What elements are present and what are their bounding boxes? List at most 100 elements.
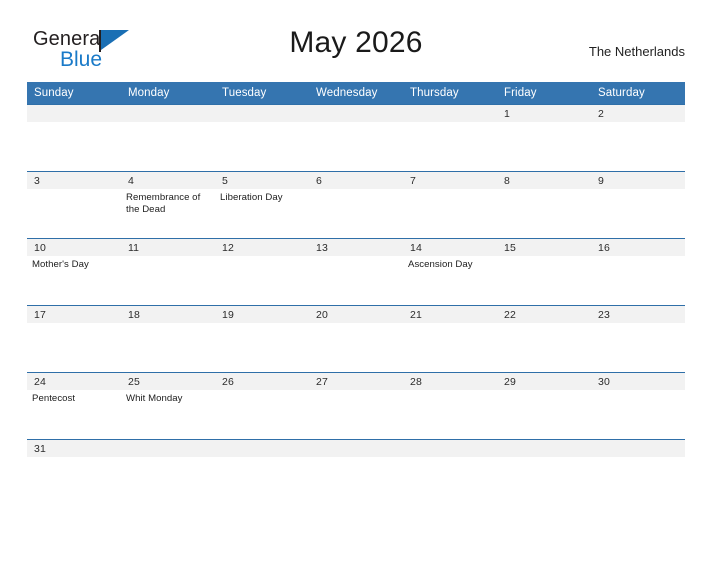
day-number: 19 bbox=[215, 306, 309, 323]
day-cell-content: 5 Liberation Day bbox=[215, 172, 309, 238]
weekday-header-saturday: Saturday bbox=[591, 82, 685, 105]
calendar-day-cell[interactable]: 28 bbox=[403, 372, 497, 440]
calendar-day-cell[interactable]: 2 bbox=[591, 104, 685, 172]
calendar-day-cell[interactable] bbox=[497, 439, 591, 457]
day-cell-content: 14 Ascension Day bbox=[403, 239, 497, 305]
page-header: General Blue May 2026 The Netherlands bbox=[27, 22, 685, 74]
day-cell-content bbox=[403, 440, 497, 457]
day-number: 28 bbox=[403, 373, 497, 390]
calendar-table: Sunday Monday Tuesday Wednesday Thursday… bbox=[27, 82, 685, 457]
day-number: 7 bbox=[403, 172, 497, 189]
day-cell-content: 24 Pentecost bbox=[27, 373, 121, 439]
calendar-week-row: 24 Pentecost 25 Whit Monday 26 27 28 29 30 bbox=[27, 372, 685, 440]
calendar-day-cell[interactable]: 3 bbox=[27, 171, 121, 239]
day-number: 22 bbox=[497, 306, 591, 323]
calendar-day-cell[interactable]: 4 Remembrance of the Dead bbox=[121, 171, 215, 239]
calendar-day-cell[interactable]: 22 bbox=[497, 305, 591, 373]
weekday-header-wednesday: Wednesday bbox=[309, 82, 403, 105]
day-cell-content bbox=[27, 105, 121, 171]
day-events: Liberation Day bbox=[215, 189, 309, 204]
weekday-header-row: Sunday Monday Tuesday Wednesday Thursday… bbox=[27, 82, 685, 105]
weekday-header-thursday: Thursday bbox=[403, 82, 497, 105]
calendar-day-cell[interactable]: 12 bbox=[215, 238, 309, 306]
day-events: Mother's Day bbox=[27, 256, 121, 271]
day-cell-content: 12 bbox=[215, 239, 309, 305]
weekday-header-sunday: Sunday bbox=[27, 82, 121, 105]
day-cell-content: 16 bbox=[591, 239, 685, 305]
calendar-day-cell[interactable]: 21 bbox=[403, 305, 497, 373]
calendar-day-cell[interactable]: 13 bbox=[309, 238, 403, 306]
day-number bbox=[309, 440, 403, 457]
day-cell-content: 22 bbox=[497, 306, 591, 372]
calendar-week-row: 10 Mother's Day 11 12 13 14 Ascension Day 15 16 bbox=[27, 238, 685, 306]
day-cell-content: 13 bbox=[309, 239, 403, 305]
calendar-day-cell[interactable]: 11 bbox=[121, 238, 215, 306]
calendar-day-cell[interactable] bbox=[215, 104, 309, 172]
calendar-day-cell[interactable]: 31 bbox=[27, 439, 121, 457]
calendar-day-cell[interactable]: 20 bbox=[309, 305, 403, 373]
event-label: Whit Monday bbox=[126, 393, 183, 404]
calendar-day-cell[interactable] bbox=[403, 439, 497, 457]
day-cell-content: 21 bbox=[403, 306, 497, 372]
day-number: 1 bbox=[497, 105, 591, 122]
calendar-day-cell[interactable]: 17 bbox=[27, 305, 121, 373]
day-cell-content: 30 bbox=[591, 373, 685, 439]
calendar-day-cell[interactable] bbox=[591, 439, 685, 457]
event-label: Liberation Day bbox=[220, 192, 283, 203]
day-number: 3 bbox=[27, 172, 121, 189]
day-cell-content: 28 bbox=[403, 373, 497, 439]
calendar-day-cell[interactable]: 29 bbox=[497, 372, 591, 440]
calendar-day-cell[interactable] bbox=[309, 104, 403, 172]
day-number: 14 bbox=[403, 239, 497, 256]
calendar-day-cell[interactable]: 6 bbox=[309, 171, 403, 239]
day-cell-content: 27 bbox=[309, 373, 403, 439]
calendar-day-cell[interactable]: 9 bbox=[591, 171, 685, 239]
day-cell-content: 17 bbox=[27, 306, 121, 372]
weekday-header-friday: Friday bbox=[497, 82, 591, 105]
calendar-day-cell[interactable] bbox=[121, 104, 215, 172]
calendar-body: 1 2 3 4 Remembrance of the Dead 5 Liberation D… bbox=[27, 104, 685, 457]
calendar-day-cell[interactable]: 25 Whit Monday bbox=[121, 372, 215, 440]
calendar-day-cell[interactable]: 8 bbox=[497, 171, 591, 239]
day-number: 17 bbox=[27, 306, 121, 323]
calendar-day-cell[interactable]: 18 bbox=[121, 305, 215, 373]
calendar-day-cell[interactable]: 26 bbox=[215, 372, 309, 440]
event-label: Mother's Day bbox=[32, 259, 89, 270]
calendar-day-cell[interactable]: 1 bbox=[497, 104, 591, 172]
calendar-day-cell[interactable]: 5 Liberation Day bbox=[215, 171, 309, 239]
day-cell-content bbox=[591, 440, 685, 457]
day-cell-content bbox=[497, 440, 591, 457]
calendar-header-row: Sunday Monday Tuesday Wednesday Thursday… bbox=[27, 82, 685, 105]
calendar-day-cell[interactable]: 30 bbox=[591, 372, 685, 440]
day-number bbox=[497, 440, 591, 457]
day-cell-content: 19 bbox=[215, 306, 309, 372]
calendar-day-cell[interactable]: 27 bbox=[309, 372, 403, 440]
calendar-week-row: 17 18 19 20 21 22 23 bbox=[27, 305, 685, 373]
calendar-day-cell[interactable]: 16 bbox=[591, 238, 685, 306]
calendar-day-cell[interactable] bbox=[121, 439, 215, 457]
day-number: 8 bbox=[497, 172, 591, 189]
calendar-day-cell[interactable] bbox=[403, 104, 497, 172]
day-number bbox=[121, 440, 215, 457]
calendar-day-cell[interactable]: 24 Pentecost bbox=[27, 372, 121, 440]
calendar-day-cell[interactable] bbox=[215, 439, 309, 457]
day-number: 10 bbox=[27, 239, 121, 256]
page-title: May 2026 bbox=[289, 26, 423, 59]
calendar-page: General Blue May 2026 The Netherlands Su… bbox=[0, 22, 712, 572]
calendar-day-cell[interactable]: 15 bbox=[497, 238, 591, 306]
day-cell-content bbox=[309, 105, 403, 171]
calendar-day-cell[interactable]: 14 Ascension Day bbox=[403, 238, 497, 306]
calendar-day-cell[interactable]: 19 bbox=[215, 305, 309, 373]
day-cell-content: 31 bbox=[27, 440, 121, 457]
day-cell-content: 26 bbox=[215, 373, 309, 439]
calendar-day-cell[interactable]: 23 bbox=[591, 305, 685, 373]
calendar-day-cell[interactable] bbox=[27, 104, 121, 172]
day-cell-content bbox=[309, 440, 403, 457]
calendar-day-cell[interactable]: 10 Mother's Day bbox=[27, 238, 121, 306]
day-cell-content: 9 bbox=[591, 172, 685, 238]
day-cell-content bbox=[121, 440, 215, 457]
calendar-day-cell[interactable]: 7 bbox=[403, 171, 497, 239]
calendar-day-cell[interactable] bbox=[309, 439, 403, 457]
day-number: 21 bbox=[403, 306, 497, 323]
day-number bbox=[121, 105, 215, 122]
